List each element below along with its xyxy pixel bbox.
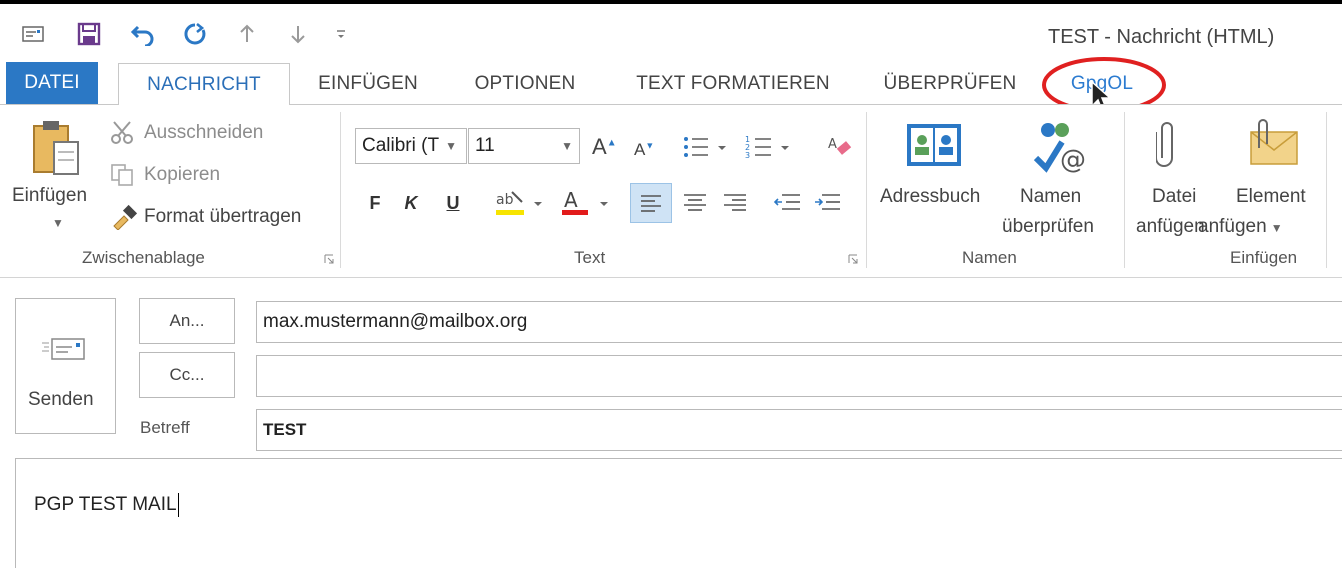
tab-optionen[interactable]: OPTIONEN (455, 64, 595, 104)
message-body[interactable]: PGP TEST MAIL (15, 458, 1342, 568)
clear-formatting-icon[interactable]: A (826, 134, 854, 165)
font-color-icon[interactable]: A (560, 188, 616, 223)
body-text: PGP TEST MAIL (34, 493, 179, 517)
align-left-button[interactable] (630, 183, 672, 223)
send-button[interactable]: Senden (15, 298, 116, 434)
svg-text:A: A (828, 137, 837, 152)
tab-datei[interactable]: DATEI (6, 62, 98, 104)
align-left-icon (641, 195, 661, 212)
underline-button[interactable]: U (440, 186, 466, 220)
bullets-icon[interactable] (682, 134, 730, 165)
text-dialog-launcher-icon[interactable] (848, 254, 858, 264)
check-names-button[interactable]: Namen (1020, 186, 1081, 208)
numbering-icon[interactable]: 123 (745, 134, 793, 165)
paste-button[interactable]: Einfügen (12, 185, 87, 207)
to-field[interactable]: max.mustermann@mailbox.org (256, 301, 1342, 343)
tab-nachricht[interactable]: NACHRICHT (118, 63, 290, 105)
font-size-dropdown-icon[interactable]: ▼ (561, 139, 573, 153)
paperclip-icon[interactable] (1155, 118, 1178, 173)
customize-toolbar-icon[interactable] (328, 20, 354, 48)
font-size-value: 11 (475, 135, 495, 156)
format-painter-icon[interactable] (110, 204, 140, 235)
cut-icon[interactable] (110, 120, 136, 151)
copy-icon[interactable] (110, 163, 136, 192)
address-book-icon[interactable] (903, 120, 965, 177)
italic-button[interactable]: K (398, 186, 424, 220)
group-separator (866, 112, 867, 268)
undo-icon[interactable] (128, 20, 158, 48)
window-title: TEST - Nachricht (HTML) (1048, 26, 1275, 48)
increase-indent-icon[interactable] (812, 186, 842, 225)
to-button[interactable]: An... (139, 298, 235, 344)
text-cursor (177, 493, 179, 517)
svg-text:@: @ (1060, 145, 1086, 175)
window-top-border (0, 0, 1342, 4)
redo-icon[interactable] (180, 20, 210, 48)
save-icon[interactable] (74, 20, 104, 48)
align-center-icon[interactable] (680, 186, 710, 225)
paste-dropdown-icon[interactable]: ▼ (52, 216, 64, 230)
arrow-up-icon[interactable] (232, 20, 262, 48)
bold-button[interactable]: F (362, 186, 388, 220)
group-separator (1124, 112, 1125, 268)
tab-ueberpruefen[interactable]: ÜBERPRÜFEN (870, 64, 1030, 104)
highlight-color-icon[interactable]: ab (494, 188, 550, 223)
svg-text:ab: ab (496, 192, 514, 208)
group-separator (1326, 112, 1327, 268)
subject-field[interactable]: TEST (256, 409, 1342, 451)
font-name-dropdown-icon[interactable]: ▼ (445, 139, 457, 153)
grow-font-icon[interactable]: A▲ (592, 134, 617, 160)
attach-item-button[interactable]: Element (1236, 186, 1306, 208)
subject-label: Betreff (140, 418, 190, 437)
group-label-clipboard: Zwischenablage (82, 248, 205, 267)
send-label: Senden (28, 389, 94, 410)
cut-button[interactable]: Ausschneiden (144, 122, 263, 144)
attach-file-button[interactable]: Datei (1152, 186, 1196, 208)
align-right-icon[interactable] (720, 186, 750, 225)
group-label-names: Namen (962, 248, 1017, 267)
arrow-down-icon[interactable] (283, 20, 313, 48)
font-size-select[interactable]: 11 ▼ (468, 128, 580, 164)
paste-icon[interactable] (30, 118, 82, 183)
font-name-select[interactable]: Calibri (T ▼ (355, 128, 467, 164)
clipboard-dialog-launcher-icon[interactable] (324, 254, 334, 264)
attach-item-label: anfügen (1198, 216, 1267, 237)
send-icon (42, 338, 85, 360)
message-icon[interactable] (18, 20, 48, 48)
tab-einfuegen[interactable]: EINFÜGEN (300, 64, 436, 104)
shrink-font-icon[interactable]: A▼ (634, 140, 654, 160)
attach-item-icon[interactable] (1245, 118, 1301, 173)
cc-button[interactable]: Cc... (139, 352, 235, 398)
copy-button[interactable]: Kopieren (144, 164, 220, 186)
attach-file-button-line2[interactable]: anfügen (1136, 216, 1205, 238)
check-names-button-line2[interactable]: überprüfen (1002, 216, 1094, 238)
attach-item-button-line2[interactable]: anfügen ▼ (1198, 216, 1283, 238)
svg-text:A: A (564, 188, 578, 212)
font-name-value: Calibri (T (362, 135, 440, 156)
group-label-insert: Einfügen (1230, 248, 1298, 267)
check-names-icon[interactable]: @ (1030, 118, 1090, 181)
tab-text-formatieren[interactable]: TEXT FORMATIEREN (618, 64, 848, 104)
svg-text:3: 3 (745, 151, 750, 160)
format-painter-button[interactable]: Format übertragen (144, 206, 301, 228)
group-separator (340, 112, 341, 268)
cc-field[interactable] (256, 355, 1342, 397)
address-book-button[interactable]: Adressbuch (880, 186, 980, 208)
group-label-text: Text (574, 248, 606, 267)
decrease-indent-icon[interactable] (772, 186, 802, 225)
attach-item-dropdown-icon[interactable]: ▼ (1271, 221, 1283, 235)
body-text-content: PGP TEST MAIL (34, 494, 177, 516)
